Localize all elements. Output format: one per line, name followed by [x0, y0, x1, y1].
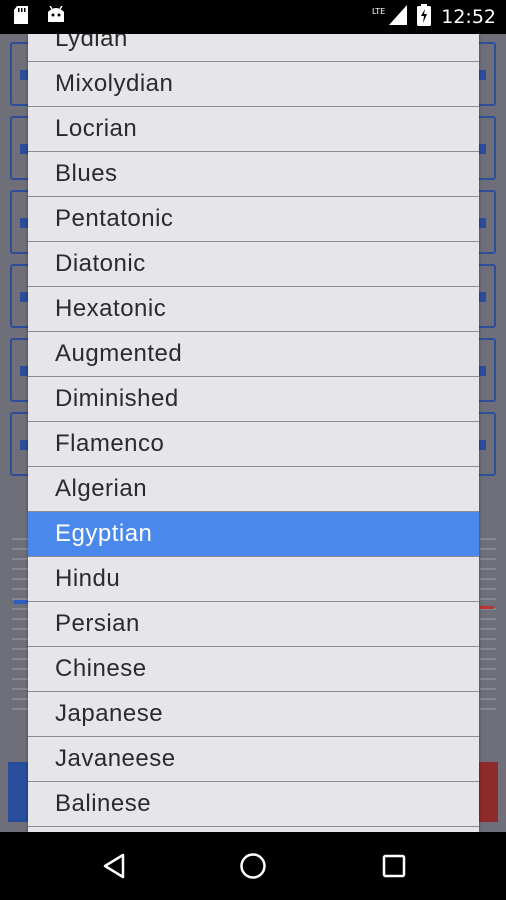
- scale-option-persian[interactable]: Persian: [28, 602, 479, 647]
- scale-option-lydian[interactable]: Lydian: [28, 34, 479, 62]
- back-icon[interactable]: [96, 850, 132, 882]
- clock: 12:52: [441, 6, 496, 28]
- status-bar: LTE 12:52: [0, 0, 506, 34]
- battery-charging-icon: [417, 4, 432, 30]
- scale-option-diatonic[interactable]: Diatonic: [28, 242, 479, 287]
- scale-option-javaneese[interactable]: Javaneese: [28, 737, 479, 782]
- scale-options: Lydian Mixolydian Locrian Blues Pentaton…: [28, 34, 479, 827]
- background-button: [478, 762, 498, 822]
- scale-option-augmented[interactable]: Augmented: [28, 332, 479, 377]
- navigation-bar: [0, 832, 506, 900]
- scale-dropdown-list[interactable]: Lydian Mixolydian Locrian Blues Pentaton…: [28, 34, 479, 832]
- network-type: LTE: [371, 6, 386, 16]
- scale-option-pentatonic[interactable]: Pentatonic: [28, 197, 479, 242]
- scale-option-egyptian[interactable]: Egyptian: [28, 512, 479, 557]
- recents-icon[interactable]: [376, 850, 412, 882]
- background-button: [8, 762, 28, 822]
- scale-option-chinese[interactable]: Chinese: [28, 647, 479, 692]
- background-slider-marker: [14, 600, 28, 604]
- sd-card-icon: [14, 6, 28, 28]
- scale-option-hexatonic[interactable]: Hexatonic: [28, 287, 479, 332]
- scale-option-japanese[interactable]: Japanese: [28, 692, 479, 737]
- scale-option-balinese[interactable]: Balinese: [28, 782, 479, 827]
- signal-icon: [389, 5, 408, 29]
- scale-option-flamenco[interactable]: Flamenco: [28, 422, 479, 467]
- android-debug-icon: [46, 5, 66, 28]
- background-slider-marker: [480, 606, 494, 609]
- background-slider-ticks: [12, 530, 28, 710]
- background-slider-ticks: [480, 530, 496, 710]
- scale-option-diminished[interactable]: Diminished: [28, 377, 479, 422]
- home-icon[interactable]: [235, 850, 271, 882]
- scale-option-hindu[interactable]: Hindu: [28, 557, 479, 602]
- scale-option-locrian[interactable]: Locrian: [28, 107, 479, 152]
- scale-option-blues[interactable]: Blues: [28, 152, 479, 197]
- scale-option-mixolydian[interactable]: Mixolydian: [28, 62, 479, 107]
- scale-option-algerian[interactable]: Algerian: [28, 467, 479, 512]
